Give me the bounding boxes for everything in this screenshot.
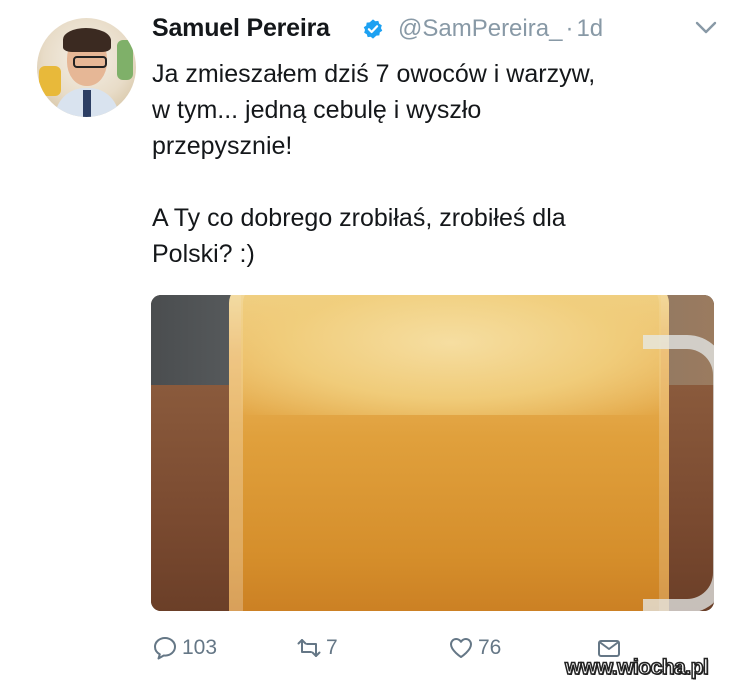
tweet-text-line: Polski? :): [152, 240, 255, 268]
avatar-glasses: [73, 56, 107, 68]
photo-juice-foam: [241, 295, 661, 415]
avatar[interactable]: [37, 18, 136, 117]
tweet-text-line: przepysznie!: [152, 132, 293, 160]
tweet: Samuel Pereira @SamPereira_ · 1d Ja zmiesz…: [0, 0, 750, 695]
tweet-text-line: Ja zmieszałem dziś 7 owoców i warzyw,: [152, 60, 596, 88]
verified-badge-icon: [363, 19, 383, 39]
chevron-down-icon[interactable]: [694, 20, 718, 36]
watermark: www.wiocha.pl: [564, 655, 709, 680]
heart-icon: [450, 638, 472, 658]
author-handle[interactable]: @SamPereira_: [398, 15, 562, 42]
reply-count: 103: [182, 636, 218, 659]
timestamp[interactable]: 1d: [576, 15, 603, 42]
avatar-background: [39, 66, 61, 96]
reply-icon: [154, 637, 176, 660]
reply-button[interactable]: 103: [152, 630, 217, 666]
tweet-text-line: A Ty co dobrego zrobiłaś, zrobiłeś dla: [152, 204, 566, 232]
photo-glass-handle: [643, 335, 714, 611]
avatar-tie: [83, 90, 91, 117]
tweet-text: Ja zmieszałem dziś 7 owoców i warzyw, w …: [152, 56, 712, 272]
author-handle-line: @SamPereira_ · 1d: [398, 15, 603, 43]
avatar-hair: [63, 28, 111, 52]
retweet-icon: [297, 639, 321, 657]
like-button[interactable]: 76: [448, 630, 501, 666]
separator: ·: [565, 15, 574, 42]
avatar-background-plant: [117, 40, 133, 80]
tweet-text-line: w tym... jedną cebulę i wyszło: [152, 96, 482, 124]
like-count: 76: [478, 636, 502, 659]
retweet-button[interactable]: 7: [296, 630, 338, 666]
author-name[interactable]: Samuel Pereira: [152, 14, 330, 43]
tweet-photo[interactable]: [151, 295, 714, 611]
retweet-count: 7: [326, 636, 338, 659]
